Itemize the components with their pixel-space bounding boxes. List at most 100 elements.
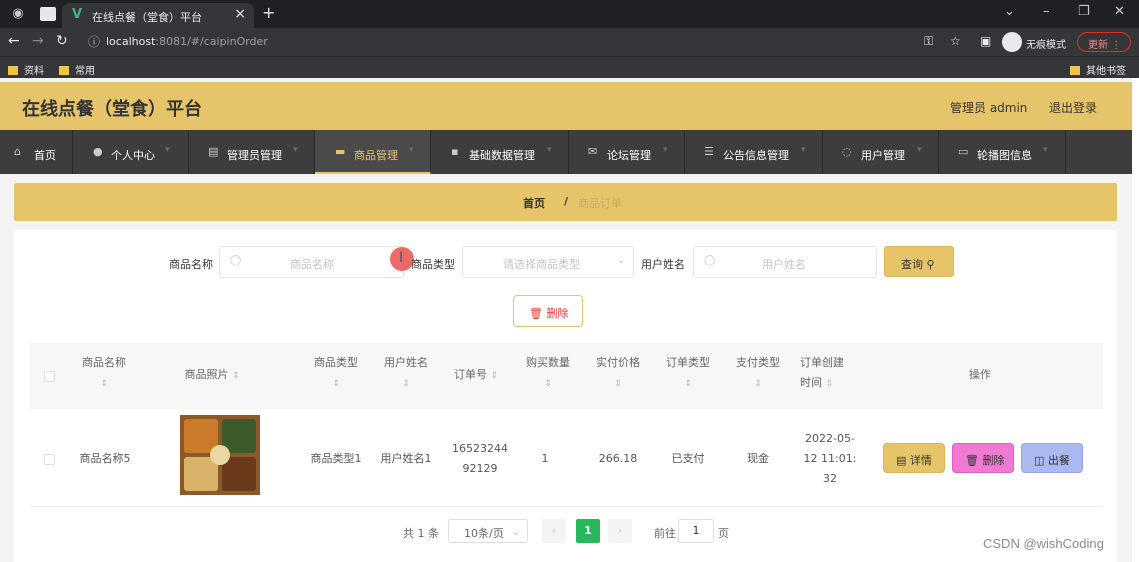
incognito-label: 无痕模式 — [1026, 40, 1066, 51]
col-header-qty[interactable]: 购买数量 ⇕ — [522, 353, 574, 394]
admin-icon: ▤ — [208, 145, 219, 158]
batch-delete-button[interactable]: 🗑︎ 删除 — [513, 295, 583, 327]
table-row: 商品名称5 商品类型1 用户姓名1 16523244 92129 1 266.18… — [30, 409, 1103, 507]
vue-favicon-icon: V — [72, 7, 83, 22]
type-filter-select[interactable]: 请选择商品类型 ⌄ — [462, 246, 634, 278]
app-title: 在线点餐（堂食）平台 — [22, 99, 202, 120]
site-info-icon[interactable]: ⓘ — [88, 33, 100, 50]
serve-button[interactable]: ◫ 出餐 — [1021, 443, 1083, 473]
col-header-user[interactable]: 用户姓名 ⇕ — [380, 353, 432, 394]
goto-page-input[interactable]: 1 — [678, 519, 714, 543]
sidepanel-icon[interactable]: ▣ — [980, 34, 991, 48]
col-header-type[interactable]: 商品类型 ⇕ — [310, 353, 362, 394]
col-header-order-type[interactable]: 订单类型 ⇕ — [662, 353, 714, 394]
bookmark-folder-ziliao[interactable]: 资料 — [8, 62, 44, 77]
new-tab-icon[interactable]: + — [262, 3, 275, 22]
tab-search-icon[interactable]: ◉ — [10, 6, 26, 22]
goto-label: 前往 — [654, 527, 676, 540]
folder-icon — [1070, 66, 1080, 75]
select-all-checkbox[interactable] — [44, 371, 55, 382]
chevron-down-icon: ▾ — [165, 145, 170, 155]
col-header-pay-type[interactable]: 支付类型 ⇕ — [732, 353, 784, 394]
update-button[interactable]: 更新 ⋮ — [1077, 32, 1131, 52]
delete-button[interactable]: 🗑︎ 删除 — [952, 443, 1014, 473]
breadcrumb-separator: / — [564, 195, 569, 208]
col-header-name[interactable]: 商品名称 ⇕ — [78, 353, 130, 394]
nav-item-users[interactable]: ◌ 用户管理 ▾ — [823, 130, 939, 174]
nav-item-home[interactable]: ⌂ 首页 — [0, 130, 73, 174]
other-bookmarks[interactable]: 其他书签 — [1070, 62, 1126, 77]
goods-icon: ▬ — [335, 145, 346, 158]
query-button[interactable]: 查询 ⚲ — [884, 246, 954, 277]
forward-icon[interactable]: → — [32, 33, 44, 49]
next-page-button[interactable]: › — [608, 519, 632, 543]
col-header-price[interactable]: 实付价格 ⇕ — [592, 353, 644, 394]
incognito-icon[interactable] — [1002, 32, 1022, 52]
data-icon: ▪ — [451, 145, 459, 158]
nav-item-forum[interactable]: ✉ 论坛管理 ▾ — [569, 130, 685, 174]
sort-icon: ⇕ — [684, 379, 692, 389]
home-icon: ⌂ — [14, 145, 21, 158]
cell-qty: 1 — [541, 452, 549, 465]
name-filter-input[interactable]: ◯ 商品名称 — [219, 246, 404, 278]
col-header-photo[interactable]: 商品照片 ⇕ — [176, 365, 248, 386]
folder-icon — [8, 66, 18, 75]
key-icon[interactable]: ⚿ — [924, 34, 933, 49]
cell-name: 商品名称5 — [79, 452, 131, 465]
main-panel: 商品名称 ◯ 商品名称 I 商品类型 请选择商品类型 ⌄ 用户姓名 ◯ 用户姓名… — [14, 230, 1117, 562]
col-header-created[interactable]: 订单创建 时间 ⇕ — [800, 353, 856, 394]
sort-icon: ⇕ — [825, 379, 834, 389]
close-window-icon[interactable]: ✕ — [1114, 4, 1125, 19]
prev-page-button[interactable]: ‹ — [542, 519, 566, 543]
url-input[interactable]: ⓘ localhost:8081/#/caipinOrder — [80, 31, 880, 53]
reload-icon[interactable]: ↻ — [56, 33, 68, 49]
col-header-ops: 操作 — [969, 368, 991, 381]
chevron-down-icon[interactable]: ⌄ — [1004, 4, 1015, 19]
search-icon: ◯ — [704, 255, 716, 266]
page-size-select[interactable]: 10条/页 ⌄ — [448, 519, 528, 543]
nav-item-goods[interactable]: ▬ 商品管理 ▾ — [315, 130, 431, 174]
star-icon[interactable]: ☆ — [950, 34, 961, 48]
back-icon[interactable]: ← — [8, 33, 20, 49]
row-checkbox[interactable] — [44, 454, 55, 465]
breadcrumb-home[interactable]: 首页 — [523, 195, 545, 211]
nav-item-admin[interactable]: ▤ 管理员管理 ▾ — [189, 130, 315, 174]
sort-icon: ⇕ — [754, 379, 762, 389]
cell-type: 商品类型1 — [310, 452, 362, 465]
notice-icon: ☰ — [704, 145, 714, 158]
nav-item-basedata[interactable]: ▪ 基础数据管理 ▾ — [431, 130, 569, 174]
bookmark-folder-changyong[interactable]: 常用 — [59, 62, 95, 77]
user-filter-label: 用户姓名 — [641, 258, 685, 271]
carousel-icon: ▭ — [958, 145, 969, 158]
col-header-order-no[interactable]: 订单号 ⇕ — [446, 365, 506, 386]
main-nav: ⌂ 首页 ● 个人中心 ▾ ▤ 管理员管理 ▾ ▬ 商品管理 ▾ ▪ 基础数据管… — [0, 130, 1132, 174]
browser-tab-active[interactable]: V 在线点餐（堂食）平台 × — [62, 3, 254, 28]
logout-link[interactable]: 退出登录 — [1049, 99, 1097, 116]
admin-name: 管理员 admin — [950, 101, 1028, 115]
nav-item-notice[interactable]: ☰ 公告信息管理 ▾ — [685, 130, 823, 174]
chevron-down-icon: ▾ — [1043, 145, 1048, 155]
pinned-tab-icon[interactable] — [40, 7, 56, 21]
bookmarks-bar: 资料 常用 其他书签 — [0, 56, 1139, 78]
search-icon: ◯ — [230, 255, 242, 266]
sort-icon: ⇕ — [231, 371, 240, 381]
user-icon: ● — [93, 145, 103, 158]
page-number-current[interactable]: 1 — [576, 519, 600, 543]
restore-icon[interactable]: ❐ — [1078, 4, 1090, 19]
chevron-down-icon: ⌄ — [616, 255, 625, 266]
chevron-down-icon: ▾ — [409, 145, 414, 155]
nav-item-personal[interactable]: ● 个人中心 ▾ — [73, 130, 189, 174]
goods-photo[interactable] — [180, 415, 260, 495]
breadcrumb: 首页 / 商品订单 — [14, 183, 1117, 221]
type-filter-label: 商品类型 — [411, 258, 455, 271]
browser-tab-bar: ◉ V 在线点餐（堂食）平台 × + ⌄ – ❐ ✕ — [0, 0, 1139, 28]
detail-button[interactable]: ▤ 详情 — [883, 443, 945, 473]
tab-close-icon[interactable]: × — [234, 6, 246, 22]
nav-item-carousel[interactable]: ▭ 轮播图信息 ▾ — [939, 130, 1066, 174]
folder-icon — [59, 66, 69, 75]
users-icon: ◌ — [842, 145, 852, 158]
minimize-icon[interactable]: – — [1043, 4, 1050, 19]
user-filter-input[interactable]: ◯ 用户姓名 — [693, 246, 877, 278]
chevron-down-icon: ▾ — [293, 145, 298, 155]
trash-icon: 🗑︎ — [965, 454, 979, 467]
